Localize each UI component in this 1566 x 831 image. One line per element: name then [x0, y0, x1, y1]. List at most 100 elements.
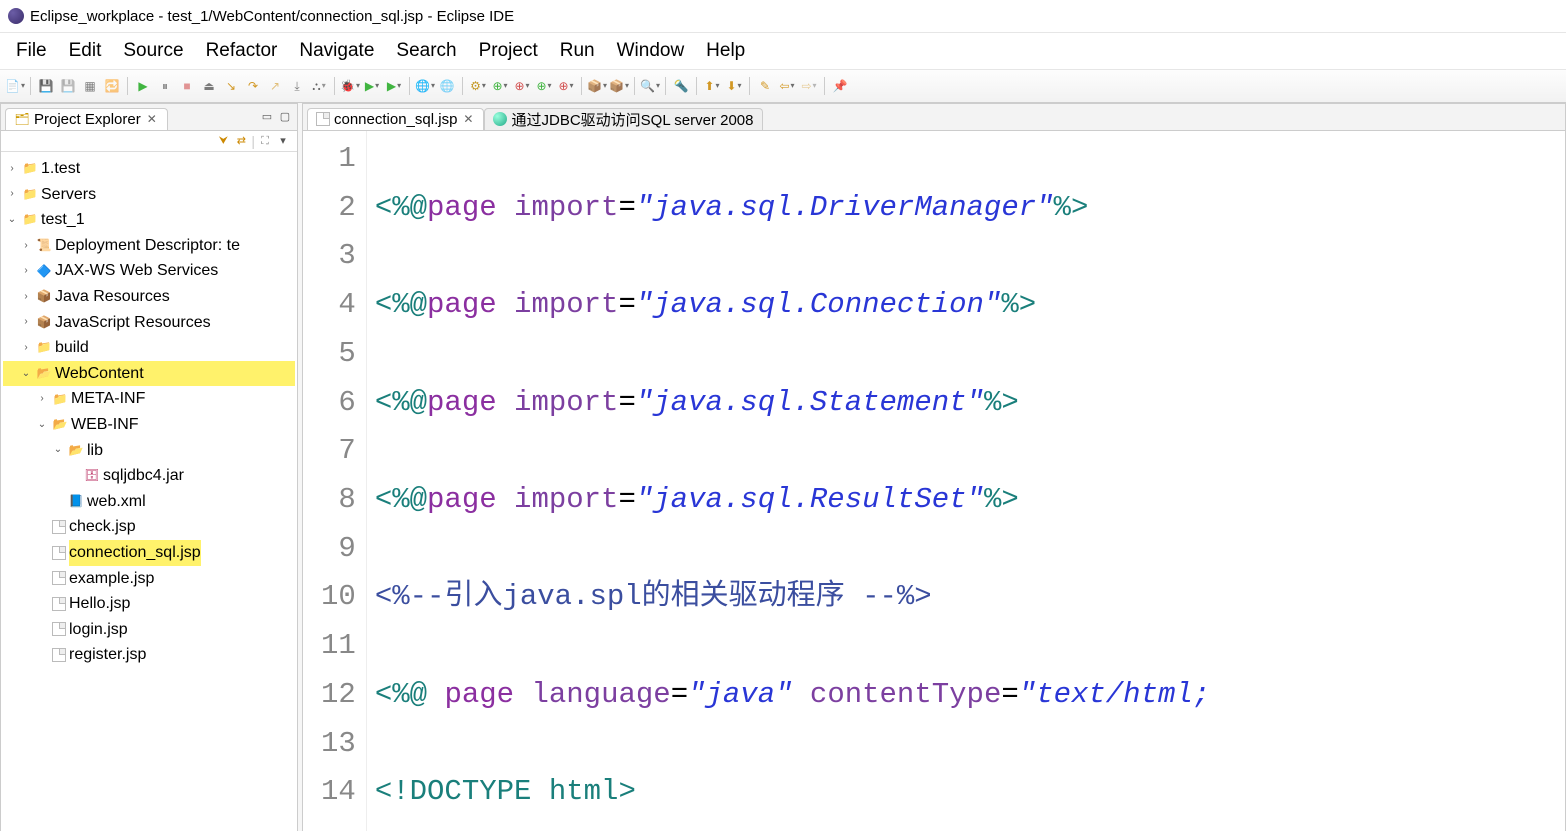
link-editor-button[interactable]: ⇄: [233, 133, 249, 149]
tree-node[interactable]: ›📁META-INF: [3, 386, 295, 412]
tree-node[interactable]: ›📜Deployment Descriptor: te: [3, 233, 295, 259]
collapse-icon[interactable]: ⌄: [5, 212, 19, 228]
view-menu-button[interactable]: ▾: [275, 133, 291, 149]
expand-icon[interactable]: ›: [19, 314, 33, 330]
code-line[interactable]: <%--引入java.spl的相关驱动程序 --%>: [375, 573, 1210, 622]
code-line[interactable]: <%@page import="java.sql.DriverManager"%…: [375, 184, 1210, 233]
switch-button[interactable]: 🔁: [103, 77, 121, 95]
new-button[interactable]: 📄: [6, 77, 24, 95]
expand-icon[interactable]: ›: [19, 289, 33, 305]
tree-node[interactable]: ›📦JavaScript Resources: [3, 310, 295, 336]
terminate-button[interactable]: ■: [178, 77, 196, 95]
tree-node-jsp[interactable]: Hello.jsp: [3, 591, 295, 617]
tree-node-jar[interactable]: 🗄sqljdbc4.jar: [3, 463, 295, 489]
close-icon[interactable]: ✕: [145, 112, 159, 126]
run-config-button[interactable]: ⊕: [491, 77, 509, 95]
menu-help[interactable]: Help: [696, 38, 755, 64]
code-content[interactable]: <%@page import="java.sql.DriverManager"%…: [367, 131, 1218, 831]
save-button[interactable]: 💾: [37, 77, 55, 95]
step-filters-button[interactable]: ⛬: [310, 77, 328, 95]
expand-icon[interactable]: ›: [19, 340, 33, 356]
menu-file[interactable]: File: [6, 38, 57, 64]
coverage-button[interactable]: ⊕: [535, 77, 553, 95]
run-button[interactable]: ▶: [363, 77, 381, 95]
forward-button[interactable]: ⇨: [800, 77, 818, 95]
tree-node-servers[interactable]: ›📁Servers: [3, 182, 295, 208]
collapse-all-button[interactable]: ⮟: [215, 133, 231, 149]
menu-navigate[interactable]: Navigate: [289, 38, 384, 64]
code-line[interactable]: <%@ page language="java" contentType="te…: [375, 671, 1210, 720]
menu-window[interactable]: Window: [607, 38, 695, 64]
run-last-button[interactable]: ▶: [385, 77, 403, 95]
disconnect-button[interactable]: ⏏: [200, 77, 218, 95]
save-all-button[interactable]: 💾: [59, 77, 77, 95]
code-line[interactable]: <%@page import="java.sql.Connection"%>: [375, 281, 1210, 330]
tree-node-project[interactable]: ›📁1.test: [3, 156, 295, 182]
step-return-button[interactable]: ↗: [266, 77, 284, 95]
resume-button[interactable]: ▶: [134, 77, 152, 95]
debug-config-button[interactable]: ⊕: [513, 77, 531, 95]
external-tools-button[interactable]: ⊕: [557, 77, 575, 95]
menu-refactor[interactable]: Refactor: [196, 38, 288, 64]
tree-node[interactable]: ⌄📂WEB-INF: [3, 412, 295, 438]
drop-to-frame-button[interactable]: ⤓: [288, 77, 306, 95]
project-tree[interactable]: ›📁1.test ›📁Servers ⌄📁test_1 ›📜Deployment…: [1, 152, 297, 831]
step-over-button[interactable]: ↷: [244, 77, 262, 95]
editor-tab-active[interactable]: connection_sql.jsp ✕: [307, 108, 484, 130]
expand-icon[interactable]: ›: [5, 161, 19, 177]
tree-node-jsp[interactable]: login.jsp: [3, 617, 295, 643]
annotation-next-button[interactable]: ⬇: [725, 77, 743, 95]
editor-tab[interactable]: 通过JDBC驱动访问SQL server 2008: [484, 108, 762, 130]
tree-node[interactable]: ›📦Java Resources: [3, 284, 295, 310]
tree-label: Java Resources: [55, 284, 170, 310]
pin-editor-button[interactable]: 📌: [831, 77, 849, 95]
new-package-button[interactable]: 📦: [610, 77, 628, 95]
new-java-class-button[interactable]: 📦: [588, 77, 606, 95]
collapse-icon[interactable]: ⌄: [19, 366, 33, 382]
expand-icon[interactable]: ›: [35, 391, 49, 407]
tree-node-jsp[interactable]: register.jsp: [3, 642, 295, 668]
tree-node-jsp[interactable]: check.jsp: [3, 514, 295, 540]
maximize-view-button[interactable]: ▢: [277, 109, 293, 125]
code-editor[interactable]: 1 2 3 4 5 6 7 8 9 10 11 12 13 14 <%@page…: [303, 131, 1565, 831]
jsp-icon: [52, 648, 66, 662]
menu-search[interactable]: Search: [386, 38, 466, 64]
collapse-icon[interactable]: ⌄: [51, 442, 65, 458]
step-into-button[interactable]: ↘: [222, 77, 240, 95]
menubar: File Edit Source Refactor Navigate Searc…: [0, 33, 1566, 70]
menu-run[interactable]: Run: [550, 38, 605, 64]
tree-node-jsp[interactable]: example.jsp: [3, 566, 295, 592]
collapse-icon[interactable]: ⌄: [35, 417, 49, 433]
code-line[interactable]: <!DOCTYPE html>: [375, 768, 1210, 817]
tree-node-jsp-selected[interactable]: connection_sql.jsp: [3, 540, 295, 566]
last-edit-button[interactable]: ✎: [756, 77, 774, 95]
close-icon[interactable]: ✕: [461, 112, 475, 126]
server-button[interactable]: 🌐: [416, 77, 434, 95]
project-explorer-tab[interactable]: 🗂 Project Explorer ✕: [5, 108, 168, 130]
toggle-button[interactable]: ▦: [81, 77, 99, 95]
minimize-view-button[interactable]: ▭: [259, 109, 275, 125]
annotation-prev-button[interactable]: ⬆: [703, 77, 721, 95]
tree-node[interactable]: ›📁build: [3, 335, 295, 361]
tree-node-webcontent[interactable]: ⌄📂WebContent: [3, 361, 295, 387]
tree-node[interactable]: ›🔷JAX-WS Web Services: [3, 258, 295, 284]
tree-node-project[interactable]: ⌄📁test_1: [3, 207, 295, 233]
tree-node[interactable]: ⌄📂lib: [3, 438, 295, 464]
back-button[interactable]: ⇦: [778, 77, 796, 95]
expand-icon[interactable]: ›: [5, 186, 19, 202]
menu-project[interactable]: Project: [469, 38, 548, 64]
tree-node-xml[interactable]: 📘web.xml: [3, 489, 295, 515]
code-line[interactable]: <%@page import="java.sql.ResultSet"%>: [375, 476, 1210, 525]
menu-edit[interactable]: Edit: [59, 38, 112, 64]
expand-icon[interactable]: ›: [19, 238, 33, 254]
debug-button[interactable]: 🐞: [341, 77, 359, 95]
open-type-button[interactable]: 🔍: [641, 77, 659, 95]
filter-button[interactable]: ⛶: [257, 133, 273, 149]
suspend-button[interactable]: ⏸: [156, 77, 174, 95]
server-profile-button[interactable]: 🌐: [438, 77, 456, 95]
search-button[interactable]: 🔦: [672, 77, 690, 95]
new-server-button[interactable]: ⚙: [469, 77, 487, 95]
menu-source[interactable]: Source: [113, 38, 193, 64]
code-line[interactable]: <%@page import="java.sql.Statement"%>: [375, 379, 1210, 428]
expand-icon[interactable]: ›: [19, 263, 33, 279]
